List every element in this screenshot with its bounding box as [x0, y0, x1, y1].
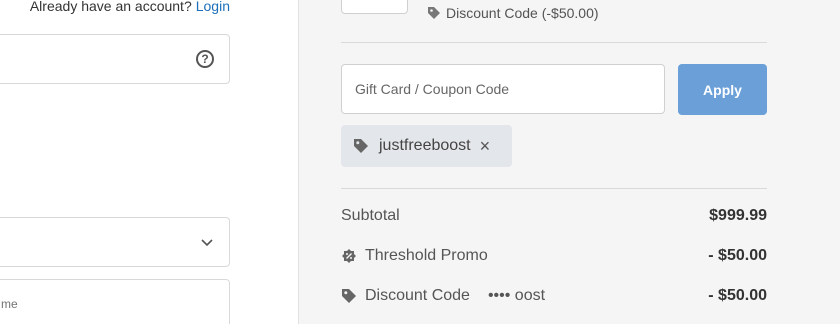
line-item-discount-text: Discount Code (-$50.00)	[446, 5, 599, 21]
applied-coupon-tag: justfreeboost ×	[341, 125, 512, 167]
tag-icon	[342, 289, 356, 303]
threshold-promo-value: - $50.00	[708, 247, 767, 264]
phone-field[interactable]: ?	[0, 34, 230, 84]
threshold-promo-row: Threshold Promo - $50.00	[341, 244, 767, 268]
coupon-input[interactable]	[341, 64, 665, 114]
threshold-promo-label: Threshold Promo	[365, 247, 488, 264]
subtotal-row: Subtotal $999.99	[341, 204, 767, 228]
discount-code-value: - $50.00	[708, 287, 767, 304]
checkout-form-column: Already have an account? Login ? me	[0, 0, 298, 324]
subtotal-label: Subtotal	[341, 207, 400, 224]
discount-code-row: Discount Code •••• oost - $50.00	[341, 284, 767, 308]
chevron-down-icon	[201, 239, 213, 247]
applied-coupon-code: justfreeboost	[379, 137, 471, 154]
apply-button[interactable]: Apply	[678, 64, 767, 115]
promo-badge-icon	[342, 249, 356, 263]
account-prompt-text: Already have an account?	[29, 0, 192, 14]
account-prompt: Already have an account? Login	[30, 0, 230, 14]
divider	[341, 42, 767, 43]
close-icon[interactable]: ×	[480, 137, 491, 155]
subtotal-value: $999.99	[709, 207, 767, 224]
help-circle-icon[interactable]: ?	[196, 50, 214, 68]
discount-code-label: Discount Code	[365, 287, 470, 304]
name-field[interactable]: me	[0, 279, 230, 324]
line-item-discount: Discount Code (-$50.00)	[427, 5, 599, 21]
divider	[341, 188, 767, 189]
name-field-label: me	[1, 297, 18, 311]
order-summary-panel: Discount Code (-$50.00) Apply justfreebo…	[298, 0, 840, 324]
region-select[interactable]	[0, 217, 230, 267]
tag-icon	[354, 139, 368, 153]
tag-icon	[428, 7, 440, 19]
login-link[interactable]: Login	[196, 0, 230, 14]
discount-code-masked: •••• oost	[487, 287, 546, 304]
product-thumbnail	[341, 0, 408, 14]
